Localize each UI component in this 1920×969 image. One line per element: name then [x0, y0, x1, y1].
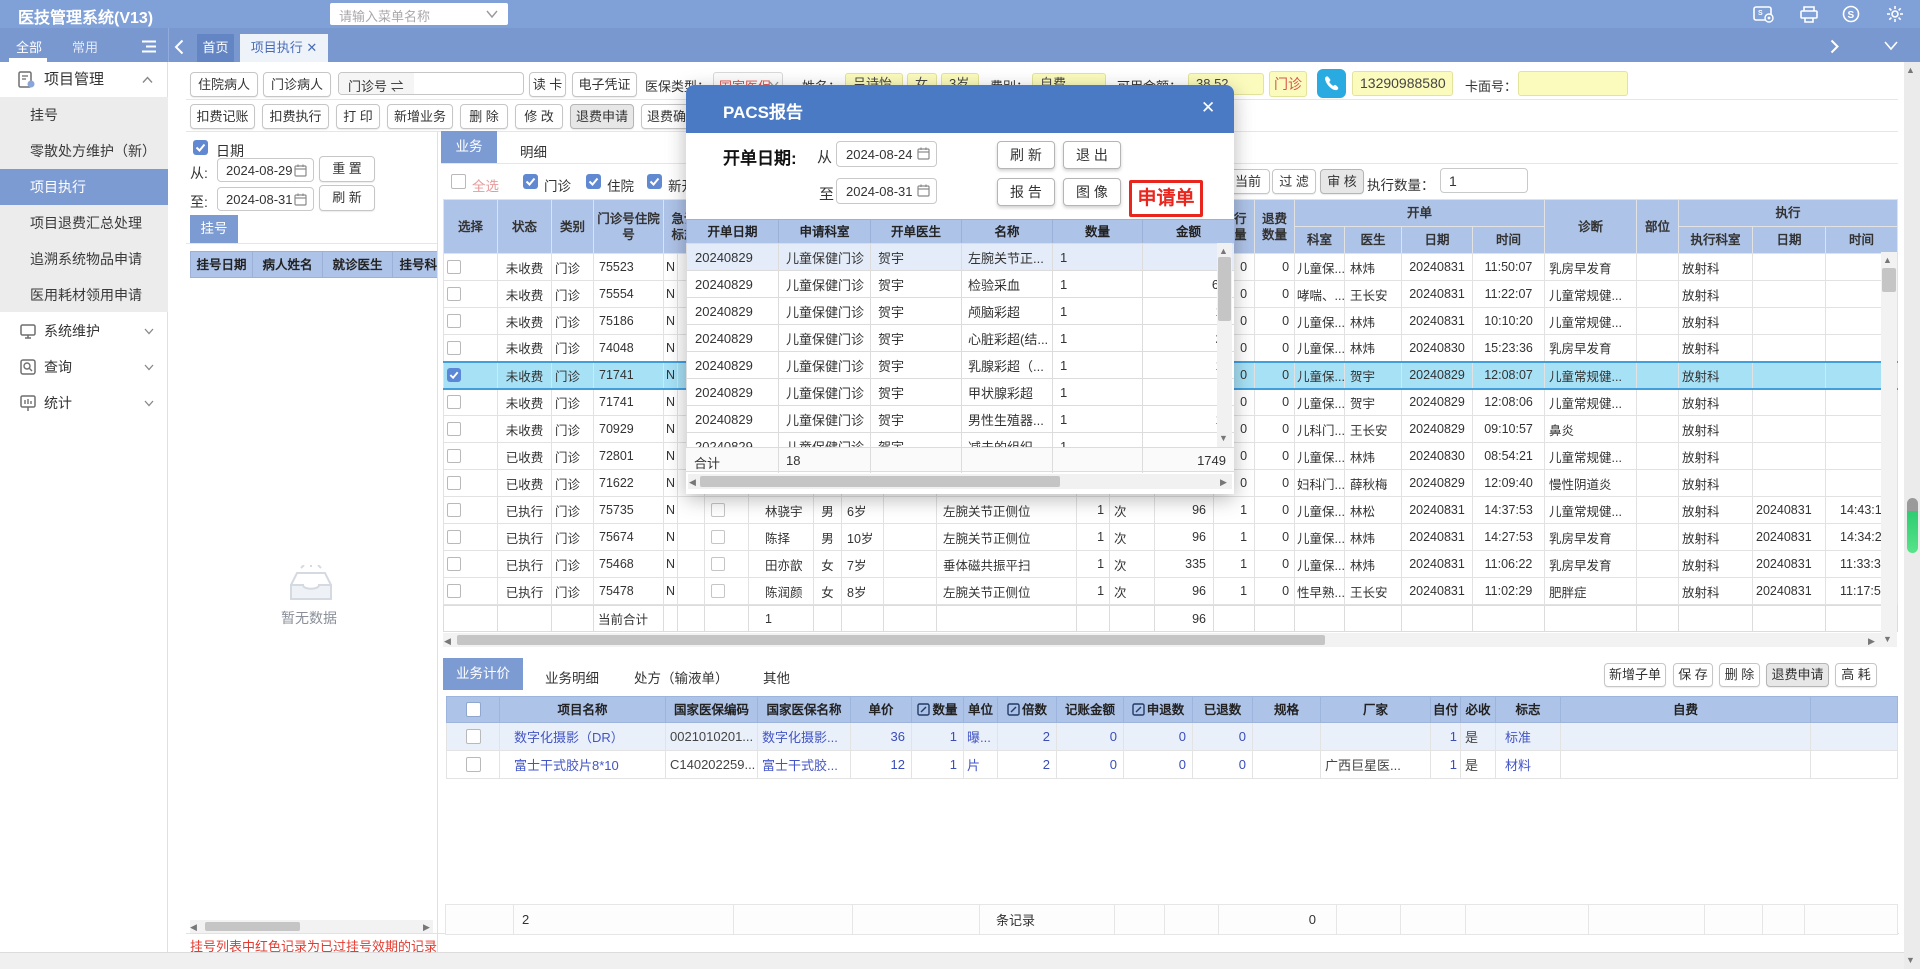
svg-text:S: S [1758, 10, 1763, 17]
svg-text:S: S [1848, 10, 1855, 21]
